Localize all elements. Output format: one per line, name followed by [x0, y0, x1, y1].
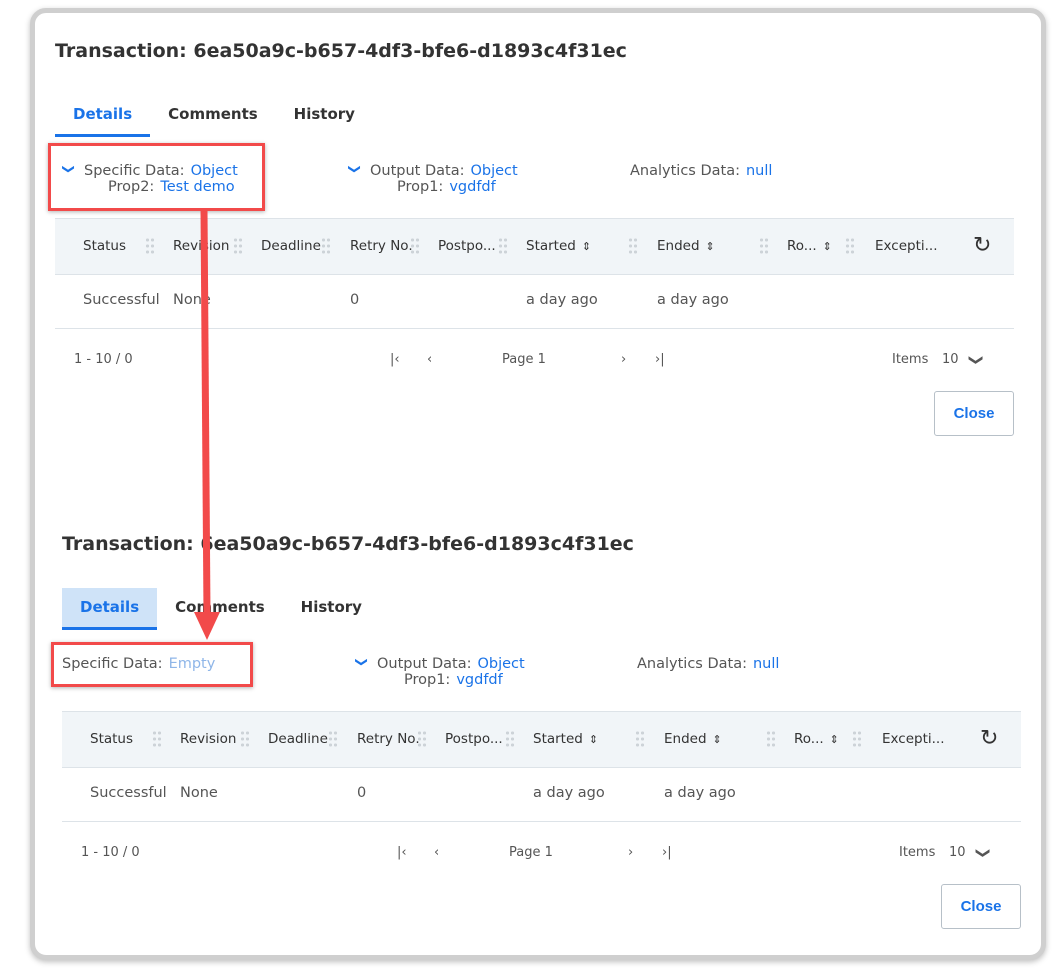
annotation-arrow: [194, 208, 220, 640]
